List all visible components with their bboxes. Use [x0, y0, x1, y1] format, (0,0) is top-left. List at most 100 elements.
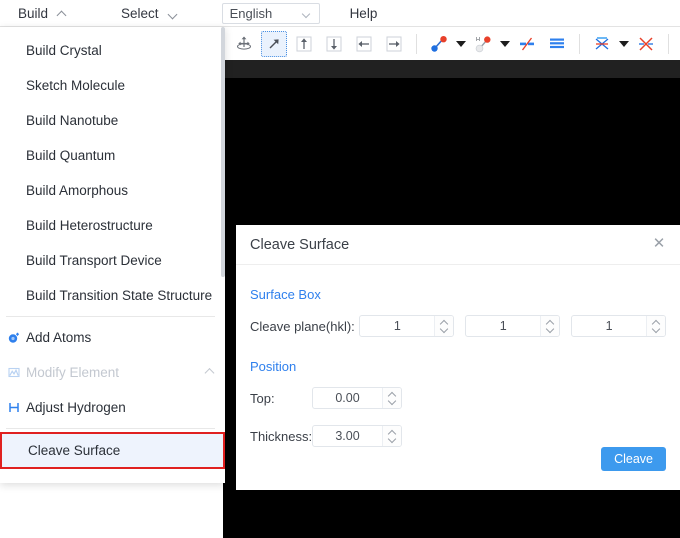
chevron-up-icon: [58, 9, 67, 18]
close-icon[interactable]: ✕: [651, 236, 667, 252]
toolbar-separator: [579, 33, 580, 54]
menu-item-label: Build Transition State Structure: [26, 288, 213, 303]
thickness-input-value: 3.00: [335, 429, 360, 443]
move-atoms-icon[interactable]: [231, 31, 257, 57]
menu-scrollbar[interactable]: [221, 27, 225, 483]
language-select-value: English: [229, 5, 273, 21]
add-atoms-icon: [6, 330, 21, 345]
toolbar-separator: [416, 33, 417, 54]
delete-bond-icon[interactable]: [514, 31, 540, 57]
menu-item-adjust-hydrogen[interactable]: Adjust Hydrogen: [0, 390, 225, 425]
stepper-down-icon[interactable]: [389, 399, 396, 403]
menu-item-label: Build Quantum: [26, 148, 116, 163]
menu-separator: [6, 316, 215, 317]
add-hydrogen-icon[interactable]: H: [470, 31, 496, 57]
menu-item-build-nanotube[interactable]: Build Nanotube: [0, 103, 225, 138]
menu-item-build-heterostructure[interactable]: Build Heterostructure: [0, 208, 225, 243]
thickness-label: Thickness:: [250, 428, 313, 444]
language-select[interactable]: English: [221, 2, 320, 24]
stepper-down-icon[interactable]: [653, 327, 660, 331]
move-down-icon[interactable]: [321, 31, 347, 57]
menu-item-label: Build Amorphous: [26, 183, 129, 198]
toolbar: H: [225, 27, 680, 60]
cleave-plane-k[interactable]: 1: [465, 315, 561, 337]
menu-item-build-transition-state-structure[interactable]: Build Transition State Structure: [0, 278, 225, 313]
menu-item-label: Build Crystal: [26, 43, 102, 58]
constrain-icon[interactable]: [589, 31, 615, 57]
add-hydrogen-dropdown-caret[interactable]: [498, 31, 512, 57]
top-input-stepper[interactable]: [382, 388, 401, 408]
dialog-title: Cleave Surface: [250, 236, 350, 253]
menu-item-build-amorphous[interactable]: Build Amorphous: [0, 173, 225, 208]
menubar-help-label: Help: [349, 5, 378, 21]
menu-item-build-quantum[interactable]: Build Quantum: [0, 138, 225, 173]
menu-item-label: Add Atoms: [26, 330, 92, 345]
cleave-plane-k-value: 1: [499, 319, 507, 333]
top-label: Top:: [250, 390, 275, 406]
cleave-plane-k-stepper[interactable]: [540, 316, 560, 336]
thickness-row: Thickness: 3.00: [250, 425, 666, 447]
cleave-plane-l[interactable]: 1: [571, 315, 666, 337]
build-dropdown-menu: Build Crystal Sketch Molecule Build Nano…: [0, 27, 225, 483]
menu-item-label: Adjust Hydrogen: [26, 400, 126, 415]
top-row: Top: 0.00: [250, 387, 666, 409]
cleave-surface-dialog: Cleave Surface ✕ Surface Box Cleave plan…: [236, 225, 680, 490]
add-bond-dropdown-caret[interactable]: [454, 31, 468, 57]
dialog-header: Cleave Surface ✕: [236, 225, 680, 265]
chevron-down-icon: [303, 9, 312, 18]
menubar: Build Select English Help: [0, 0, 680, 27]
move-right-icon[interactable]: [381, 31, 407, 57]
menubar-item-help[interactable]: Help: [332, 0, 392, 27]
menu-item-build-crystal[interactable]: Build Crystal: [0, 33, 225, 68]
app-window: Build Select English Help H Build Crysta…: [0, 0, 680, 538]
toolbar-separator: [668, 33, 669, 54]
select-arrow-icon[interactable]: [261, 30, 287, 57]
menu-separator: [6, 428, 215, 429]
menu-item-label: Build Transport Device: [26, 253, 162, 268]
menu-item-label: Cleave Surface: [28, 443, 121, 458]
thickness-input-stepper[interactable]: [382, 426, 401, 446]
menu-scrollbar-thumb[interactable]: [221, 27, 225, 277]
menubar-build-label: Build: [18, 5, 49, 21]
menu-item-build-transport-device[interactable]: Build Transport Device: [0, 243, 225, 278]
menu-item-cleave-surface[interactable]: Cleave Surface: [0, 432, 225, 469]
cleave-plane-h-value: 1: [393, 319, 401, 333]
menu-item-label: Sketch Molecule: [26, 78, 126, 93]
cleave-plane-row: Cleave plane(hkl): 1 1 1: [250, 315, 666, 337]
section-title-position: Position: [250, 359, 297, 374]
menubar-select-label: Select: [121, 5, 159, 21]
stepper-down-icon[interactable]: [441, 327, 448, 331]
chevron-down-icon: [169, 9, 178, 18]
move-left-icon[interactable]: [351, 31, 377, 57]
menu-item-sketch-molecule[interactable]: Sketch Molecule: [0, 68, 225, 103]
adjust-hydrogen-icon: [6, 400, 21, 415]
menu-item-label: Build Heterostructure: [26, 218, 153, 233]
cleave-plane-h-stepper[interactable]: [434, 316, 454, 336]
cleave-plane-l-value: 1: [605, 319, 613, 333]
thickness-input[interactable]: 3.00: [312, 425, 402, 447]
chevron-right-icon: [204, 367, 215, 378]
cleave-plane-h[interactable]: 1: [359, 315, 455, 337]
stepper-down-icon[interactable]: [389, 437, 396, 441]
menu-item-add-atoms[interactable]: Add Atoms: [0, 320, 225, 355]
move-up-icon[interactable]: [291, 31, 317, 57]
cleave-plane-label: Cleave plane(hkl):: [250, 318, 355, 334]
dialog-body: Surface Box Cleave plane(hkl): 1 1 1 Pos…: [236, 265, 680, 489]
top-input[interactable]: 0.00: [312, 387, 402, 409]
constrain-dropdown-caret[interactable]: [617, 31, 631, 57]
layers-icon[interactable]: [544, 31, 570, 57]
cleave-plane-l-stepper[interactable]: [646, 316, 665, 336]
menubar-item-select[interactable]: Select: [81, 0, 192, 27]
cleave-button[interactable]: Cleave: [601, 447, 666, 471]
stepper-down-icon[interactable]: [547, 327, 554, 331]
remove-constraint-icon[interactable]: [633, 31, 659, 57]
menu-item-modify-element[interactable]: Modify Element: [0, 355, 225, 390]
section-title-surface-box: Surface Box: [250, 287, 321, 302]
top-input-value: 0.00: [335, 391, 360, 405]
menu-item-label: Build Nanotube: [26, 113, 119, 128]
menu-item-label: Modify Element: [26, 365, 120, 380]
modify-element-icon: [6, 365, 21, 380]
add-bond-icon[interactable]: [426, 31, 452, 57]
menubar-item-build[interactable]: Build: [0, 0, 81, 27]
viewport-top-band: [223, 60, 680, 78]
